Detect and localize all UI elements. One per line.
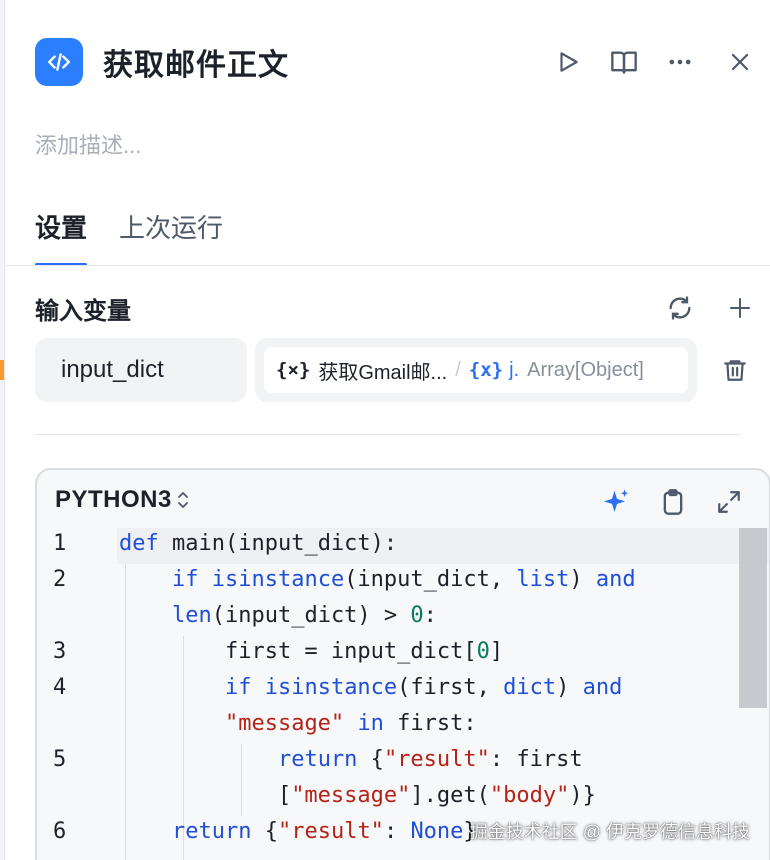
input-variables-actions bbox=[650, 290, 770, 326]
add-variable-button[interactable] bbox=[710, 290, 770, 326]
code-editor-header: PYTHON3 bbox=[37, 470, 769, 530]
code-line-wrap: ["message"].get("body")} bbox=[119, 783, 596, 808]
variable-reference-selector[interactable]: {×} 获取Gmail邮... / {x} j. Array[Object] bbox=[255, 338, 697, 402]
plus-icon bbox=[730, 298, 750, 318]
variable-name-input[interactable]: input_dict bbox=[35, 338, 247, 402]
code-line: return {"result": None} bbox=[171, 819, 477, 844]
trash-icon bbox=[724, 360, 746, 381]
tabs-divider bbox=[5, 265, 770, 266]
section-divider bbox=[35, 434, 740, 435]
code-line-wrap: len(input_dict) > 0: bbox=[171, 603, 437, 628]
tab-last-run[interactable]: 上次运行 bbox=[119, 204, 223, 266]
ai-generate-button[interactable] bbox=[589, 482, 645, 522]
expand-icon bbox=[718, 491, 740, 513]
docs-button[interactable] bbox=[596, 34, 652, 90]
code-icon bbox=[35, 38, 83, 86]
line-number: 1 bbox=[53, 531, 67, 556]
run-icon bbox=[560, 52, 578, 72]
reference-separator: / bbox=[455, 358, 461, 381]
header-actions bbox=[540, 34, 770, 90]
code-editor: PYTHON3 1 def main(input_dict): 2 if isi… bbox=[35, 468, 770, 860]
reference-node-name: 获取Gmail邮... bbox=[318, 361, 448, 384]
node-settings-panel: 获取邮件正文 添加描述... 设置 上次运行 输入变量 input_dict {… bbox=[4, 0, 770, 860]
sync-button[interactable] bbox=[650, 290, 710, 326]
node-title[interactable]: 获取邮件正文 bbox=[103, 40, 289, 84]
code-line: if isinstance(first, dict) and bbox=[224, 675, 623, 700]
sparkle-icon bbox=[603, 489, 629, 512]
close-icon bbox=[731, 53, 749, 71]
code-line: return {"result": first bbox=[277, 747, 583, 772]
panel-header: 获取邮件正文 bbox=[35, 34, 770, 90]
watermark: 掘金技术社区 @ 伊克罗德信息科技 bbox=[469, 822, 750, 842]
code-content[interactable]: 1 def main(input_dict): 2 if isinstance(… bbox=[37, 528, 769, 860]
language-selector[interactable]: PYTHON3 bbox=[55, 486, 172, 514]
line-number: 2 bbox=[53, 567, 67, 592]
line-number: 6 bbox=[53, 819, 67, 844]
variable-icon: {x} bbox=[468, 359, 504, 381]
clipboard-icon bbox=[663, 489, 683, 515]
code-line: def main(input_dict): bbox=[119, 531, 398, 556]
tab-bar: 设置 上次运行 bbox=[35, 204, 770, 266]
reference-variable-name: j. bbox=[509, 358, 520, 381]
code-line: if isinstance(input_dict, list) and bbox=[171, 567, 636, 592]
code-line: first = input_dict[0] bbox=[119, 639, 504, 664]
line-number: 3 bbox=[53, 639, 67, 664]
variable-row: input_dict {×} 获取Gmail邮... / {x} j. Arra… bbox=[35, 338, 770, 404]
code-editor-actions bbox=[589, 482, 757, 522]
more-icon bbox=[669, 59, 691, 65]
run-button[interactable] bbox=[540, 34, 596, 90]
input-variables-title: 输入变量 bbox=[35, 297, 131, 325]
variable-icon: {×} bbox=[276, 359, 311, 381]
expand-button[interactable] bbox=[701, 482, 757, 522]
input-variables-header: 输入变量 bbox=[35, 290, 770, 326]
copy-button[interactable] bbox=[645, 482, 701, 522]
delete-variable-button[interactable] bbox=[715, 352, 755, 388]
variable-reference-chip[interactable]: {×} 获取Gmail邮... / {x} j. Array[Object] bbox=[264, 347, 688, 393]
line-number: 5 bbox=[53, 747, 67, 772]
description-input[interactable]: 添加描述... bbox=[35, 128, 141, 160]
docs-book-icon bbox=[611, 51, 637, 74]
more-button[interactable] bbox=[652, 34, 708, 90]
code-line-wrap: "message" in first: bbox=[224, 711, 477, 736]
refresh-icon bbox=[669, 296, 691, 320]
tab-settings[interactable]: 设置 bbox=[35, 204, 88, 266]
reference-variable-type: Array[Object] bbox=[527, 358, 644, 381]
chevron-updown-icon[interactable] bbox=[176, 490, 190, 510]
vertical-scrollbar[interactable] bbox=[739, 528, 767, 708]
close-button[interactable] bbox=[712, 34, 768, 90]
line-number: 4 bbox=[53, 675, 67, 700]
